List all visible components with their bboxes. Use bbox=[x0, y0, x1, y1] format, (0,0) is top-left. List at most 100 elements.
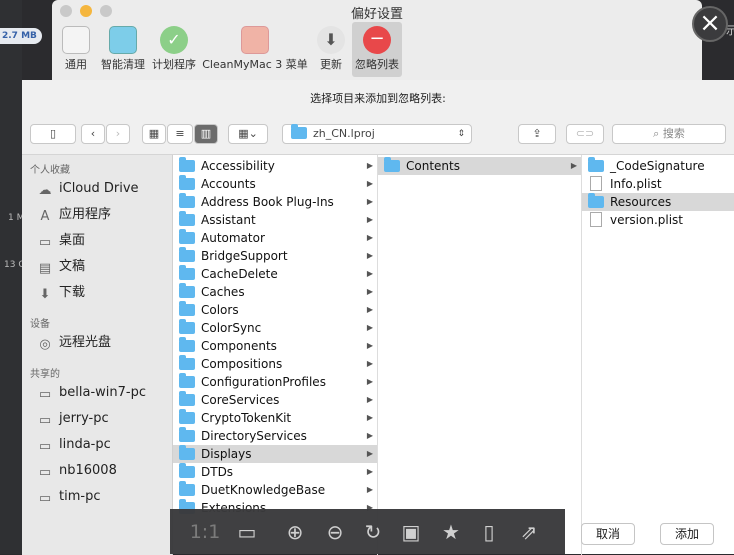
tab-update[interactable]: ⬇ 更新 bbox=[316, 22, 346, 77]
sidebar-item-label: 下载 bbox=[59, 285, 86, 300]
zoom-out-icon[interactable]: ⊖ bbox=[322, 519, 348, 545]
rotate-icon[interactable]: ↻ bbox=[360, 519, 386, 545]
phone-icon[interactable]: ▯ bbox=[476, 519, 502, 545]
disclosure-arrow-icon: ▶ bbox=[366, 431, 373, 440]
folder-row[interactable]: Compositions ▶ bbox=[173, 355, 377, 373]
item-name: Contents bbox=[406, 159, 460, 173]
pc-icon: ▭ bbox=[38, 387, 52, 402]
sidebar-icon: ▯ bbox=[49, 127, 57, 140]
item-name: Info.plist bbox=[610, 177, 662, 191]
sidebar-item-label: nb16008 bbox=[59, 463, 117, 478]
tab-smart-cleanup[interactable]: 智能清理 bbox=[98, 22, 148, 77]
back-button[interactable]: ‹ bbox=[81, 124, 105, 144]
sidebar-item[interactable]: A 应用程序 bbox=[36, 205, 111, 225]
sidebar-item[interactable]: ▭ jerry-pc bbox=[36, 409, 109, 429]
folder-row[interactable]: Accounts ▶ bbox=[173, 175, 377, 193]
item-name: Caches bbox=[201, 285, 245, 299]
sidebar-item[interactable]: ▤ 文稿 bbox=[36, 257, 85, 277]
arrange-button[interactable]: ▦⌄ bbox=[228, 124, 268, 144]
file-row[interactable]: version.plist bbox=[582, 211, 734, 229]
cloud-icon: ☁ bbox=[38, 183, 52, 198]
sidebar-item[interactable]: ▭ 桌面 bbox=[36, 231, 85, 251]
sidebar-section-header: 设备 bbox=[30, 319, 50, 330]
sidebar-item[interactable]: ▭ tim-pc bbox=[36, 487, 101, 507]
fit-screen-icon[interactable]: ▭ bbox=[234, 519, 260, 545]
monitor-icon bbox=[109, 26, 137, 54]
list-view-button[interactable]: ≡ bbox=[167, 124, 193, 144]
sidebar-item-label: iCloud Drive bbox=[59, 181, 139, 196]
icon-view-button[interactable]: ▦ bbox=[142, 124, 166, 144]
sidebar-item[interactable]: ◎ 远程光盘 bbox=[36, 333, 111, 353]
arrange-icon: ▦⌄ bbox=[238, 127, 258, 140]
folder-row[interactable]: BridgeSupport ▶ bbox=[173, 247, 377, 265]
sidebar-item[interactable]: ▭ nb16008 bbox=[36, 461, 117, 481]
sidebar-item[interactable]: ☁ iCloud Drive bbox=[36, 179, 139, 199]
folder-row[interactable]: Colors ▶ bbox=[173, 301, 377, 319]
applications-icon: A bbox=[40, 209, 50, 224]
path-popup[interactable]: zh_CN.lproj ⇕ bbox=[282, 124, 472, 144]
cancel-button[interactable]: 取消 bbox=[581, 523, 635, 545]
folder-row[interactable]: ConfigurationProfiles ▶ bbox=[173, 373, 377, 391]
folder-row[interactable]: DTDs ▶ bbox=[173, 463, 377, 481]
ratio-button[interactable]: 1:1 bbox=[188, 519, 222, 545]
folder-icon bbox=[179, 283, 195, 298]
close-overlay-button[interactable]: × bbox=[692, 6, 728, 42]
share-icon[interactable]: ⇗ bbox=[516, 519, 542, 545]
folder-icon bbox=[291, 124, 307, 139]
tab-general[interactable]: 通用 bbox=[58, 22, 94, 77]
folder-row[interactable]: Components ▶ bbox=[173, 337, 377, 355]
folder-row[interactable]: Accessibility ▶ bbox=[173, 157, 377, 175]
tab-scheduler[interactable]: ✓ 计划程序 bbox=[150, 22, 198, 77]
sidebar: 个人收藏 ☁ iCloud Drive A 应用程序 ▭ 桌面 ▤ 文稿 ⬇ 下载 设备 ◎ 远程光盘 共享… bbox=[22, 155, 173, 555]
disclosure-arrow-icon: ▶ bbox=[366, 305, 373, 314]
bookmark-icon[interactable]: ★ bbox=[438, 519, 464, 545]
tab-menu[interactable]: CleanMyMac 3 菜单 bbox=[202, 22, 308, 77]
search-field[interactable]: ⌕ 搜索 bbox=[612, 124, 726, 144]
forward-button[interactable]: › bbox=[106, 124, 130, 144]
folder-row[interactable]: Assistant ▶ bbox=[173, 211, 377, 229]
pc-icon: ▭ bbox=[38, 465, 52, 480]
folder-row[interactable]: CacheDelete ▶ bbox=[173, 265, 377, 283]
chevron-right-icon: › bbox=[115, 127, 121, 140]
folder-row[interactable]: DuetKnowledgeBase ▶ bbox=[173, 481, 377, 499]
item-name: DirectoryServices bbox=[201, 429, 307, 443]
column-view-button[interactable]: ▥ bbox=[194, 124, 218, 144]
pc-icon: ▭ bbox=[38, 413, 52, 428]
browser-area: 个人收藏 ☁ iCloud Drive A 应用程序 ▭ 桌面 ▤ 文稿 ⬇ 下载 设备 ◎ 远程光盘 共享… bbox=[22, 154, 734, 555]
item-name: Automator bbox=[201, 231, 265, 245]
window-title: 偏好设置 bbox=[350, 7, 403, 22]
item-name: Colors bbox=[201, 303, 239, 317]
folder-row[interactable]: CryptoTokenKit ▶ bbox=[173, 409, 377, 427]
sidebar-toggle-button[interactable]: ▯ bbox=[30, 124, 76, 144]
tag-button[interactable]: ⊂⊃ bbox=[566, 124, 604, 144]
folder-icon bbox=[384, 157, 400, 172]
share-button[interactable]: ⇪ bbox=[518, 124, 556, 144]
tab-label: 忽略列表 bbox=[355, 58, 399, 71]
zoom-in-icon[interactable]: ⊕ bbox=[282, 519, 308, 545]
folder-row[interactable]: _CodeSignature bbox=[582, 157, 734, 175]
tab-ignore-list[interactable]: − 忽略列表 bbox=[352, 22, 402, 77]
folder-icon bbox=[179, 463, 195, 478]
save-icon[interactable]: ▣ bbox=[398, 519, 424, 545]
file-row[interactable]: Info.plist bbox=[582, 175, 734, 193]
folder-row[interactable]: Caches ▶ bbox=[173, 283, 377, 301]
folder-row[interactable]: Displays ▶ bbox=[173, 445, 377, 463]
disclosure-arrow-icon: ▶ bbox=[366, 233, 373, 242]
folder-row[interactable]: Address Book Plug-Ins ▶ bbox=[173, 193, 377, 211]
sidebar-item[interactable]: ▭ bella-win7-pc bbox=[36, 383, 146, 403]
folder-row[interactable]: ColorSync ▶ bbox=[173, 319, 377, 337]
folder-icon bbox=[179, 409, 195, 424]
folder-row[interactable]: DirectoryServices ▶ bbox=[173, 427, 377, 445]
folder-row[interactable]: Resources bbox=[582, 193, 734, 211]
sidebar-item-label: 文稿 bbox=[59, 259, 86, 274]
folder-row[interactable]: CoreServices ▶ bbox=[173, 391, 377, 409]
file-icon bbox=[590, 176, 602, 191]
sidebar-item[interactable]: ⬇ 下载 bbox=[36, 283, 85, 303]
folder-row[interactable]: Automator ▶ bbox=[173, 229, 377, 247]
item-name: BridgeSupport bbox=[201, 249, 288, 263]
add-button[interactable]: 添加 bbox=[660, 523, 714, 545]
item-name: CacheDelete bbox=[201, 267, 278, 281]
folder-row[interactable]: Contents ▶ bbox=[378, 157, 581, 175]
file-chooser-dialog: 选择项目来添加到忽略列表: ▯ ‹ › ▦ ≡ ▥ ▦⌄ zh_CN.lproj… bbox=[22, 80, 734, 555]
sidebar-item[interactable]: ▭ linda-pc bbox=[36, 435, 111, 455]
